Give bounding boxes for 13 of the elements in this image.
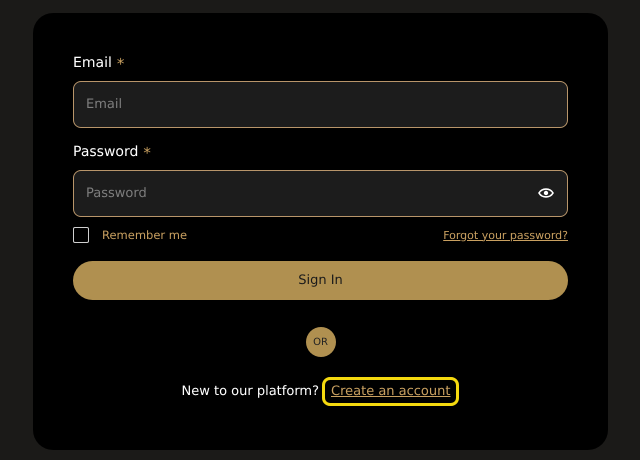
forgot-password-link[interactable]: Forgot your password? [443,228,568,242]
eye-icon[interactable] [538,187,554,199]
remember-checkbox[interactable] [73,227,89,243]
remember-label: Remember me [102,228,188,242]
password-field[interactable]: Password [73,170,568,217]
required-mark: * [116,55,124,73]
field-label: Email [73,55,112,73]
email-field[interactable]: Email [73,81,568,128]
required-mark: * [143,144,151,162]
sign-in-button[interactable]: Sign In [73,261,568,300]
create-account-link[interactable]: Create an account [322,377,460,406]
field-label: Password [73,144,138,162]
signup-prompt: New to our platform? [182,384,319,399]
